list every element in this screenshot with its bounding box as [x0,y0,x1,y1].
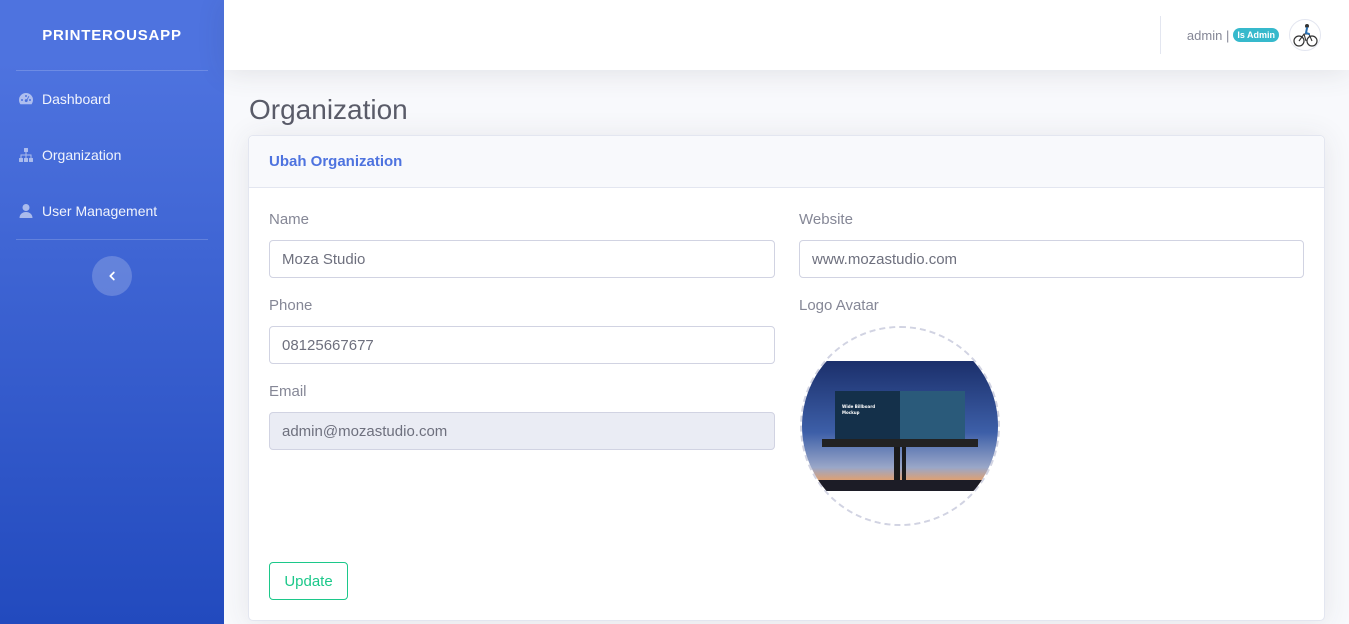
name-field[interactable]: Moza Studio [269,240,775,278]
organization-form-card: Ubah Organization Name Moza Studio Phone… [248,135,1325,621]
page-title: Organization [249,94,408,125]
tachometer-icon [17,90,35,108]
email-field: admin@mozastudio.com [269,412,775,450]
sidebar-item-label: User Management [42,203,158,219]
sidebar-item-label: Dashboard [42,91,111,107]
topbar: admin | Is Admin [224,0,1349,70]
sidebar-item-organization[interactable]: Organization [0,127,224,183]
sidebar-item-label: Organization [42,147,122,163]
email-label: Email [269,383,307,400]
role-badge: Is Admin [1233,28,1279,42]
website-field[interactable]: www.mozastudio.com [799,240,1304,278]
website-label: Website [799,211,853,228]
cyclist-avatar-icon [1293,24,1318,47]
sitemap-icon [17,146,35,164]
user-dropdown[interactable]: admin | Is Admin [1187,0,1321,70]
logo-avatar-label: Logo Avatar [799,297,879,314]
sidebar-toggle-button[interactable] [92,256,132,296]
user-name: admin | [1186,27,1230,43]
sidebar: PRINTEROUSAPP Dashboard Organization Use… [0,0,224,624]
phone-field[interactable]: 08125667677 [269,326,775,364]
avatar[interactable] [1289,19,1321,51]
logo-avatar-upload[interactable]: Wide Billboard Mockup [800,326,1000,526]
sidebar-item-dashboard[interactable]: Dashboard [0,71,224,127]
sidebar-item-user-management[interactable]: User Management [0,183,224,239]
update-button[interactable]: Update [269,562,348,600]
brand-logo[interactable]: PRINTEROUSAPP [0,0,224,70]
name-label: Name [269,211,310,228]
user-icon [17,202,35,220]
svg-text:Wide Billboard: Wide Billboard [842,404,875,409]
topbar-divider [1160,16,1161,54]
sidebar-toggle-wrap [0,240,224,296]
svg-text:Mockup: Mockup [842,410,860,415]
billboard-mockup-image: Wide Billboard Mockup [802,328,998,524]
chevron-left-icon [109,271,115,281]
card-header: Ubah Organization [249,136,1324,188]
phone-label: Phone [269,297,313,314]
